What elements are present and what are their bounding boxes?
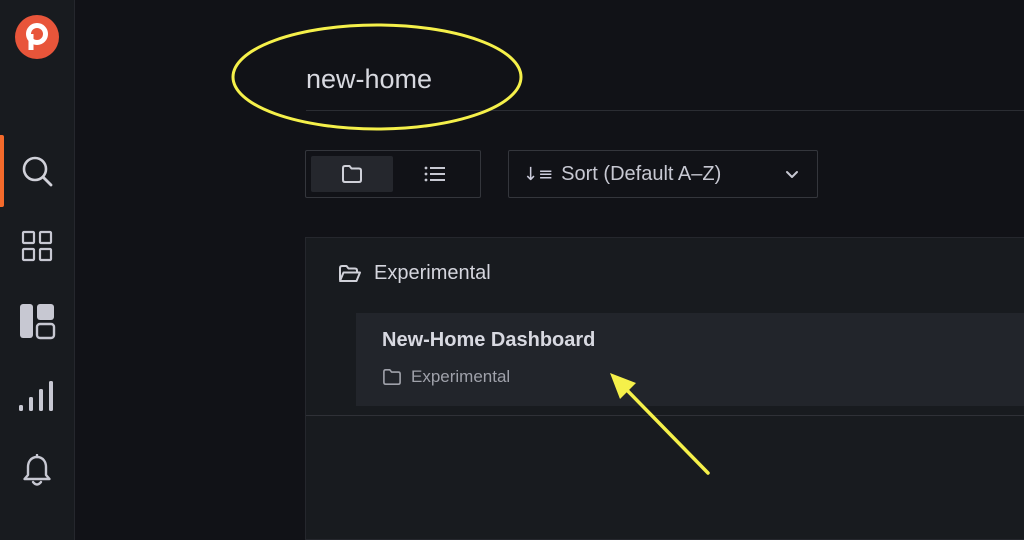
- list-icon: [424, 166, 445, 182]
- folder-icon: [342, 165, 362, 183]
- search-icon: [22, 156, 53, 187]
- sort-select[interactable]: ↓≡ Sort (Default A–Z): [508, 150, 818, 198]
- dashboard-panels-icon: [20, 304, 56, 340]
- list-view-button[interactable]: [394, 156, 476, 192]
- sidebar-item-explore[interactable]: [0, 371, 74, 421]
- explore-chart-icon: [19, 381, 53, 411]
- sidebar: [0, 0, 75, 540]
- bell-icon: [23, 454, 51, 486]
- divider: [306, 415, 1024, 416]
- dashboard-title: New-Home Dashboard: [382, 329, 596, 351]
- sidebar-item-alerting[interactable]: [0, 446, 74, 496]
- search-results-panel: Experimental New-Home Dashboard Experime…: [305, 237, 1024, 540]
- sort-order-icon: ↓≡: [523, 163, 554, 185]
- sort-label: Sort (Default A–Z): [561, 162, 722, 185]
- sidebar-item-search[interactable]: [0, 146, 74, 196]
- grafana-logo[interactable]: [15, 15, 59, 59]
- view-mode-toggle: [305, 150, 481, 198]
- chevron-down-icon: [786, 171, 798, 178]
- search-bar: [306, 50, 1024, 111]
- dashboard-result-item[interactable]: New-Home Dashboard Experimental: [356, 313, 1024, 406]
- folder-header[interactable]: Experimental: [338, 262, 491, 285]
- folder-view-button[interactable]: [311, 156, 393, 192]
- search-input[interactable]: [306, 54, 1006, 104]
- dashboards-grid-icon: [21, 230, 53, 262]
- folder-name: Experimental: [374, 262, 491, 284]
- folder-open-icon: [339, 264, 361, 282]
- logo-glyph-icon: [26, 23, 48, 50]
- dashboard-folder-label: Experimental: [411, 367, 511, 386]
- folder-icon: [383, 368, 401, 386]
- dashboard-folder: Experimental: [382, 367, 510, 387]
- sidebar-item-dashboards[interactable]: [0, 221, 74, 271]
- sidebar-item-dashboard-panels[interactable]: [0, 296, 74, 346]
